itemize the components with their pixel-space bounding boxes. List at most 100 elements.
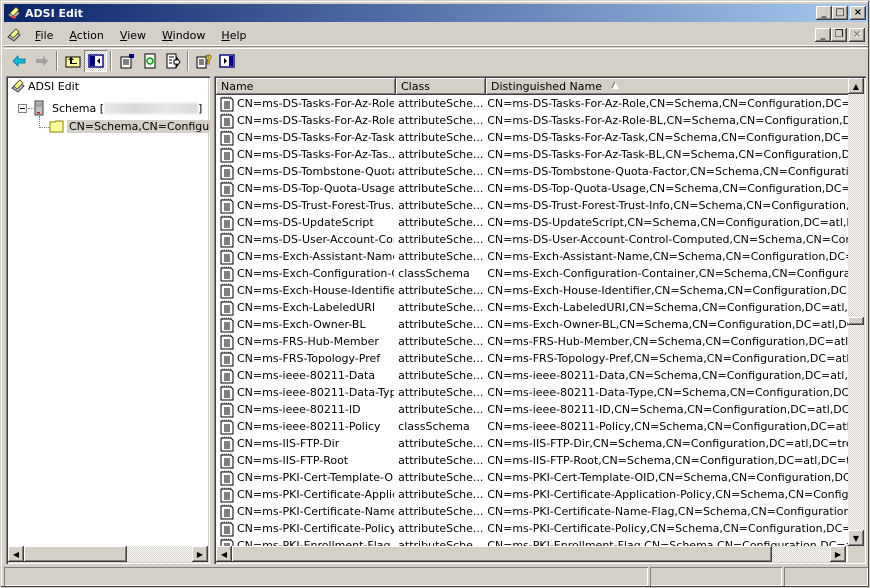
column-header-name[interactable]: Name (216, 78, 396, 95)
cell-name: CN=ms-IIS-FTP-Dir (237, 437, 340, 450)
cell-name: CN=ms-DS-Trust-Forest-Trus... (237, 199, 395, 212)
properties-button[interactable] (115, 50, 138, 72)
collapse-toggle[interactable] (18, 104, 27, 113)
list-row[interactable]: CN=ms-DS-Trust-Forest-Trus... attributeSc… (216, 197, 849, 214)
list-row[interactable]: CN=ms-IIS-FTP-Dir attributeSche... CN=ms-I… (216, 435, 849, 452)
refresh-button[interactable] (138, 50, 161, 72)
column-header-class[interactable]: Class (396, 78, 486, 95)
scroll-up-button[interactable]: ▲ (848, 78, 864, 94)
cell-class: attributeSche... (398, 233, 484, 246)
column-header-distinguished-name[interactable]: Distinguished Name ▲ (486, 78, 850, 95)
scroll-thumb[interactable] (848, 316, 864, 325)
cell-name: CN=ms-DS-Tombstone-Quota... (237, 165, 395, 178)
help-button[interactable]: ? (192, 50, 215, 72)
export-list-icon (166, 53, 181, 69)
scroll-left-button[interactable]: ◀ (216, 546, 232, 562)
cell-distinguished-name: CN=ms-FRS-Hub-Member,CN=Schema,CN=Config… (487, 335, 849, 348)
list-row[interactable]: CN=ms-Exch-Assistant-Name attributeSche..… (216, 248, 849, 265)
schema-object-icon (220, 113, 234, 128)
show-hide-action-pane-button[interactable] (215, 50, 238, 72)
list-vertical-scrollbar[interactable]: ▲ ▼ (848, 78, 864, 546)
results-pane[interactable]: Name Class Distinguished Name ▲ CN=ms-DS-… (214, 76, 866, 564)
list-row[interactable]: CN=ms-Exch-Owner-BL attributeSche... CN=ms… (216, 316, 849, 333)
list-row[interactable]: CN=ms-DS-Tasks-For-Az-Task attributeSche.… (216, 129, 849, 146)
cell-distinguished-name: CN=ms-IIS-FTP-Root,CN=Schema,CN=Configur… (487, 454, 849, 467)
close-button[interactable]: × (850, 6, 866, 20)
list-row[interactable]: CN=ms-ieee-80211-Policy classSchema CN=ms-… (216, 418, 849, 435)
close-icon: × (852, 29, 862, 40)
scroll-right-button[interactable]: ▶ (192, 546, 208, 562)
list-row[interactable]: CN=ms-Exch-LabeledURI attributeSche... CN=… (216, 299, 849, 316)
export-list-button[interactable] (161, 50, 184, 72)
scroll-left-button[interactable]: ◀ (8, 546, 24, 562)
list-row[interactable]: CN=ms-ieee-80211-Data attributeSche... CN=… (216, 367, 849, 384)
cell-name: CN=ms-PKI-Certificate-Name-... (237, 505, 395, 518)
menu-file[interactable]: File (27, 26, 61, 45)
arrow-right-icon (35, 56, 48, 66)
tree-horizontal-scrollbar[interactable]: ◀ ▶ (8, 546, 208, 562)
list-row[interactable]: CN=ms-PKI-Cert-Template-OID attributeSche… (216, 469, 849, 486)
schema-object-icon (220, 521, 234, 536)
schema-object-icon (220, 232, 234, 247)
tree-label-selected: CN=Schema,CN=Configuration (67, 119, 210, 133)
list-row[interactable]: CN=ms-DS-Tasks-For-Az-Role attributeSche.… (216, 95, 849, 112)
cell-name: CN=ms-Exch-LabeledURI (237, 301, 376, 314)
list-row[interactable]: CN=ms-DS-Tasks-For-Az-Role... attributeSc… (216, 112, 849, 129)
list-row[interactable]: CN=ms-IIS-FTP-Root attributeSche... CN=ms-… (216, 452, 849, 469)
title-bar[interactable]: ADSI Edit _ □ × (4, 4, 868, 22)
show-hide-console-tree-button[interactable] (84, 50, 107, 72)
schema-object-icon (220, 487, 234, 502)
menu-separator (4, 46, 868, 47)
child-close-button[interactable]: × (849, 28, 865, 42)
status-panel-3 (784, 567, 868, 586)
list-row[interactable]: CN=ms-Exch-Configuration-C... classSchema… (216, 265, 849, 282)
tree-node-schema[interactable]: Schema [] (32, 100, 204, 116)
list-row[interactable]: CN=ms-DS-User-Account-Con... attributeSch… (216, 231, 849, 248)
list-row[interactable]: CN=ms-ieee-80211-Data-Type attributeSche.… (216, 384, 849, 401)
up-one-level-button[interactable] (61, 50, 84, 72)
menu-window[interactable]: Window (154, 26, 213, 45)
child-minimize-button[interactable]: _ (815, 28, 831, 42)
server-icon (34, 100, 44, 116)
scroll-thumb[interactable] (24, 546, 127, 562)
menu-action[interactable]: Action (61, 26, 111, 45)
list-row[interactable]: CN=ms-PKI-Enrollment-Flag attributeSche..… (216, 537, 849, 546)
list-row[interactable]: CN=ms-FRS-Hub-Member attributeSche... CN=m… (216, 333, 849, 350)
menu-view[interactable]: View (112, 26, 154, 45)
schema-object-icon (220, 419, 234, 434)
list-row[interactable]: CN=ms-PKI-Certificate-Applic... attribute… (216, 486, 849, 503)
list-row[interactable]: CN=ms-DS-UpdateScript attributeSche... CN=… (216, 214, 849, 231)
maximize-button[interactable]: □ (832, 6, 848, 20)
cell-distinguished-name: CN=ms-DS-UpdateScript,CN=Schema,CN=Confi… (487, 216, 849, 229)
minimize-icon: _ (821, 7, 827, 18)
adsi-edit-window: ADSI Edit _ □ × File Action View Window … (0, 0, 870, 588)
tree-node-schema-container[interactable]: CN=Schema,CN=Configuration (49, 118, 210, 134)
list-row[interactable]: CN=ms-PKI-Certificate-Policy attributeSch… (216, 520, 849, 537)
list-row[interactable]: CN=ms-FRS-Topology-Pref attributeSche... C… (216, 350, 849, 367)
adsi-edit-app-icon (7, 6, 21, 20)
forward-button[interactable] (30, 50, 53, 72)
cell-class: attributeSche... (398, 250, 484, 263)
menu-help[interactable]: Help (213, 26, 254, 45)
cell-name: CN=ms-DS-Top-Quota-Usage (237, 182, 395, 195)
tree-node-adsi-edit[interactable]: ADSI Edit (10, 78, 81, 94)
list-row[interactable]: CN=ms-DS-Top-Quota-Usage attributeSche...… (216, 180, 849, 197)
minimize-button[interactable]: _ (816, 6, 832, 20)
list-horizontal-scrollbar[interactable]: ◀ ▶ (216, 546, 846, 562)
back-button[interactable] (7, 50, 30, 72)
schema-object-icon (220, 368, 234, 383)
scroll-right-button[interactable]: ▶ (830, 546, 846, 562)
scroll-thumb[interactable] (232, 546, 772, 562)
document-system-menu-icon[interactable] (5, 27, 23, 43)
scrollbar-corner (848, 546, 864, 562)
child-restore-button[interactable]: ❐ (831, 28, 847, 42)
console-tree-pane[interactable]: ADSI Edit Schema [] CN=Schema,CN=Configu… (6, 76, 210, 564)
scroll-down-button[interactable]: ▼ (848, 530, 864, 546)
list-row[interactable]: CN=ms-DS-Tombstone-Quota... attributeSche… (216, 163, 849, 180)
list-row[interactable]: CN=ms-PKI-Certificate-Name-... attributeS… (216, 503, 849, 520)
cell-class: attributeSche... (398, 148, 484, 161)
schema-object-icon (220, 215, 234, 230)
list-row[interactable]: CN=ms-DS-Tasks-For-Az-Tas... attributeSch… (216, 146, 849, 163)
list-row[interactable]: CN=ms-ieee-80211-ID attributeSche... CN=ms… (216, 401, 849, 418)
list-row[interactable]: CN=ms-Exch-House-Identifier attributeSche… (216, 282, 849, 299)
